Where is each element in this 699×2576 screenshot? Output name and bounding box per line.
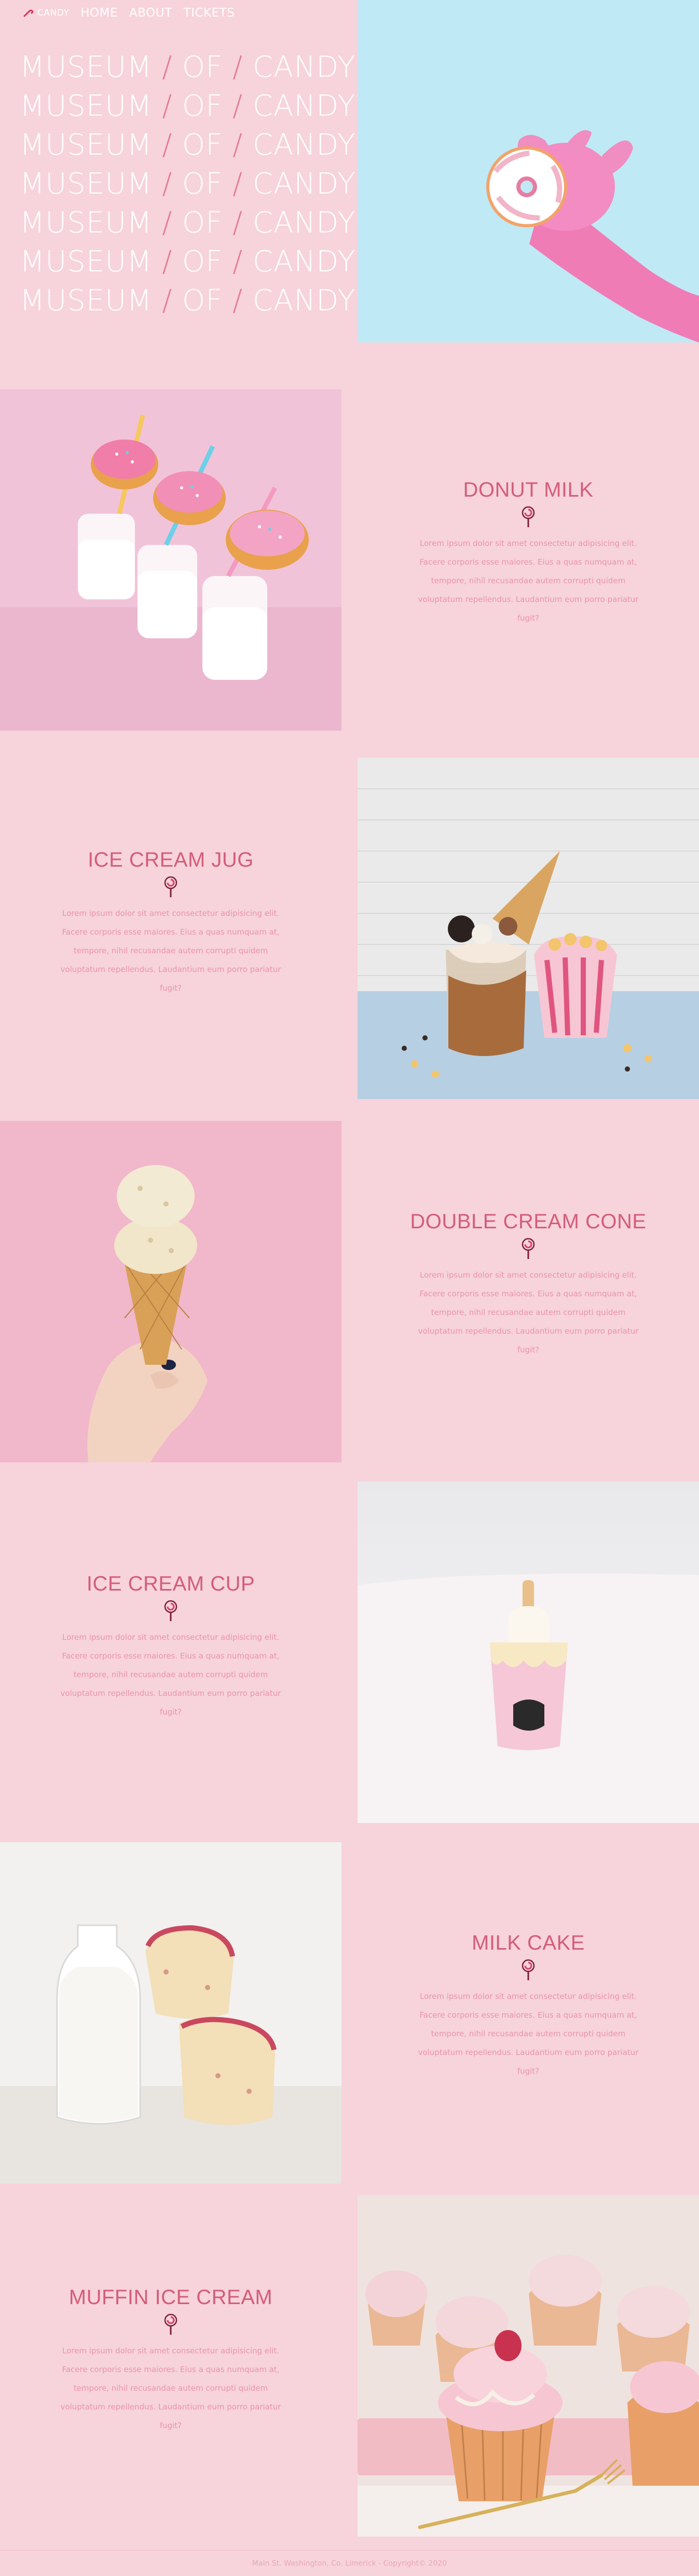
hero-title-word: CANDY: [252, 50, 356, 84]
donut-milk-image: [0, 389, 341, 731]
hero-title-line: MUSEUM / OF / CANDY: [20, 87, 357, 126]
brand-name: CANDY: [37, 8, 70, 18]
brand-logo[interactable]: CANDY: [23, 8, 69, 18]
product-description: Lorem ipsum dolor sit amet consectetur a…: [60, 1633, 281, 1717]
hero-photo: [358, 0, 699, 342]
lollipop-icon: [164, 876, 177, 897]
hero-title-separator: /: [162, 245, 173, 279]
hero: MUSEUM / OF / CANDY MUSEUM / OF / CANDY MU…: [0, 0, 699, 342]
candy-cane-icon: [23, 9, 34, 17]
hero-title-line: MUSEUM / OF / CANDY: [20, 48, 357, 87]
hero-title-word: CANDY: [252, 167, 356, 201]
footer-copyright: Main St. Washington, Co. Limerick - Copy…: [252, 2559, 447, 2568]
hero-title-word: MUSEUM: [20, 89, 153, 123]
hero-title-line: MUSEUM / OF / CANDY: [20, 281, 357, 320]
product-text: DOUBLE CREAM CONE Lorem ipsum dolor sit …: [358, 1210, 699, 1359]
product-text: ICE CREAM JUG Lorem ipsum dolor sit amet…: [0, 848, 341, 997]
product-section-donut-milk: DONUT MILK Lorem ipsum dolor sit amet co…: [0, 389, 699, 752]
product-photo: [358, 1482, 699, 1823]
product-photo: [0, 1121, 341, 1462]
product-section-muffin-ice-cream: MUFFIN ICE CREAM Lorem ipsum dolor sit a…: [0, 2195, 699, 2558]
hero-title-word: OF: [182, 50, 223, 84]
hero-title-stack: MUSEUM / OF / CANDY MUSEUM / OF / CANDY MU…: [20, 48, 357, 320]
product-title: DOUBLE CREAM CONE: [410, 1210, 647, 1233]
product-title: DONUT MILK: [463, 478, 594, 501]
donut-glove-image: [358, 0, 699, 342]
hero-title-separator: /: [162, 89, 173, 123]
hero-title-separator: /: [232, 206, 243, 240]
hero-title-word: OF: [182, 245, 223, 279]
hero-title-separator: /: [162, 50, 173, 84]
hero-title-word: CANDY: [252, 284, 356, 318]
hero-title-word: OF: [182, 128, 223, 162]
product-section-ice-cream-cup: ICE CREAM CUP Lorem ipsum dolor sit amet…: [0, 1482, 699, 1845]
milk-cake-image: [0, 1842, 341, 2184]
lollipop-icon: [164, 2313, 177, 2335]
hero-title-word: MUSEUM: [20, 284, 153, 318]
lollipop-icon: [522, 1238, 535, 1259]
hero-title-separator: /: [162, 128, 173, 162]
hero-title-separator: /: [232, 245, 243, 279]
lollipop-icon: [164, 1600, 177, 1621]
hero-title-panel: MUSEUM / OF / CANDY MUSEUM / OF / CANDY MU…: [0, 0, 358, 342]
hero-title-word: OF: [182, 284, 223, 318]
hero-title-line: MUSEUM / OF / CANDY: [20, 126, 357, 165]
lollipop-icon: [522, 1959, 535, 1980]
ice-cream-cup-image: [358, 1482, 699, 1823]
product-photo: [0, 389, 341, 731]
hero-title-word: CANDY: [252, 245, 356, 279]
hero-title-word: MUSEUM: [20, 245, 153, 279]
product-text: DONUT MILK Lorem ipsum dolor sit amet co…: [358, 478, 699, 627]
hero-title-line: MUSEUM / OF / CANDY: [20, 242, 357, 281]
hero-title-separator: /: [232, 167, 243, 201]
product-title: MILK CAKE: [472, 1931, 585, 1954]
muffin-ice-cream-image: [358, 2195, 699, 2537]
product-section-ice-cream-jug: ICE CREAM JUG Lorem ipsum dolor sit amet…: [0, 758, 699, 1121]
product-section-double-cream-cone: DOUBLE CREAM CONE Lorem ipsum dolor sit …: [0, 1121, 699, 1484]
product-text: MUFFIN ICE CREAM Lorem ipsum dolor sit a…: [0, 2286, 341, 2435]
hero-title-line: MUSEUM / OF / CANDY: [20, 203, 357, 242]
hero-title-separator: /: [162, 284, 173, 318]
hero-title-separator: /: [232, 284, 243, 318]
footer: Main St. Washington, Co. Limerick - Copy…: [0, 2550, 699, 2576]
hero-title-word: MUSEUM: [20, 167, 153, 201]
product-text: MILK CAKE Lorem ipsum dolor sit amet con…: [358, 1931, 699, 2080]
hero-title-line: MUSEUM / OF / CANDY: [20, 165, 357, 203]
product-description: Lorem ipsum dolor sit amet consectetur a…: [418, 1992, 639, 2076]
nav-link-about[interactable]: ABOUT: [129, 6, 172, 20]
nav-link-home[interactable]: HOME: [80, 6, 118, 20]
product-description: Lorem ipsum dolor sit amet consectetur a…: [60, 2346, 281, 2430]
product-section-milk-cake: MILK CAKE Lorem ipsum dolor sit amet con…: [0, 1842, 699, 2205]
ice-cream-jug-image: [358, 758, 699, 1099]
hero-title-separator: /: [162, 167, 173, 201]
double-cream-cone-image: [0, 1121, 341, 1462]
lollipop-icon: [522, 506, 535, 527]
hero-title-separator: /: [232, 50, 243, 84]
product-photo: [0, 1842, 341, 2184]
product-text: ICE CREAM CUP Lorem ipsum dolor sit amet…: [0, 1572, 341, 1721]
product-photo: [358, 758, 699, 1099]
hero-title-word: MUSEUM: [20, 50, 153, 84]
product-title: MUFFIN ICE CREAM: [68, 2286, 273, 2309]
product-title: ICE CREAM JUG: [88, 848, 254, 871]
hero-title-separator: /: [162, 206, 173, 240]
product-description: Lorem ipsum dolor sit amet consectetur a…: [60, 909, 281, 993]
hero-title-word: CANDY: [252, 89, 356, 123]
hero-title-word: MUSEUM: [20, 206, 153, 240]
hero-title-word: OF: [182, 206, 223, 240]
hero-title-word: OF: [182, 167, 223, 201]
product-photo: [358, 2195, 699, 2537]
product-title: ICE CREAM CUP: [86, 1572, 255, 1595]
hero-title-separator: /: [232, 128, 243, 162]
nav-link-tickets[interactable]: TICKETS: [184, 6, 235, 20]
product-description: Lorem ipsum dolor sit amet consectetur a…: [418, 1270, 639, 1354]
main-nav: CANDY HOME ABOUT TICKETS: [23, 6, 235, 20]
hero-title-word: MUSEUM: [20, 128, 153, 162]
hero-title-word: OF: [182, 89, 223, 123]
hero-title-word: CANDY: [252, 206, 356, 240]
hero-title-word: CANDY: [252, 128, 356, 162]
hero-title-separator: /: [232, 89, 243, 123]
product-description: Lorem ipsum dolor sit amet consectetur a…: [418, 539, 639, 623]
